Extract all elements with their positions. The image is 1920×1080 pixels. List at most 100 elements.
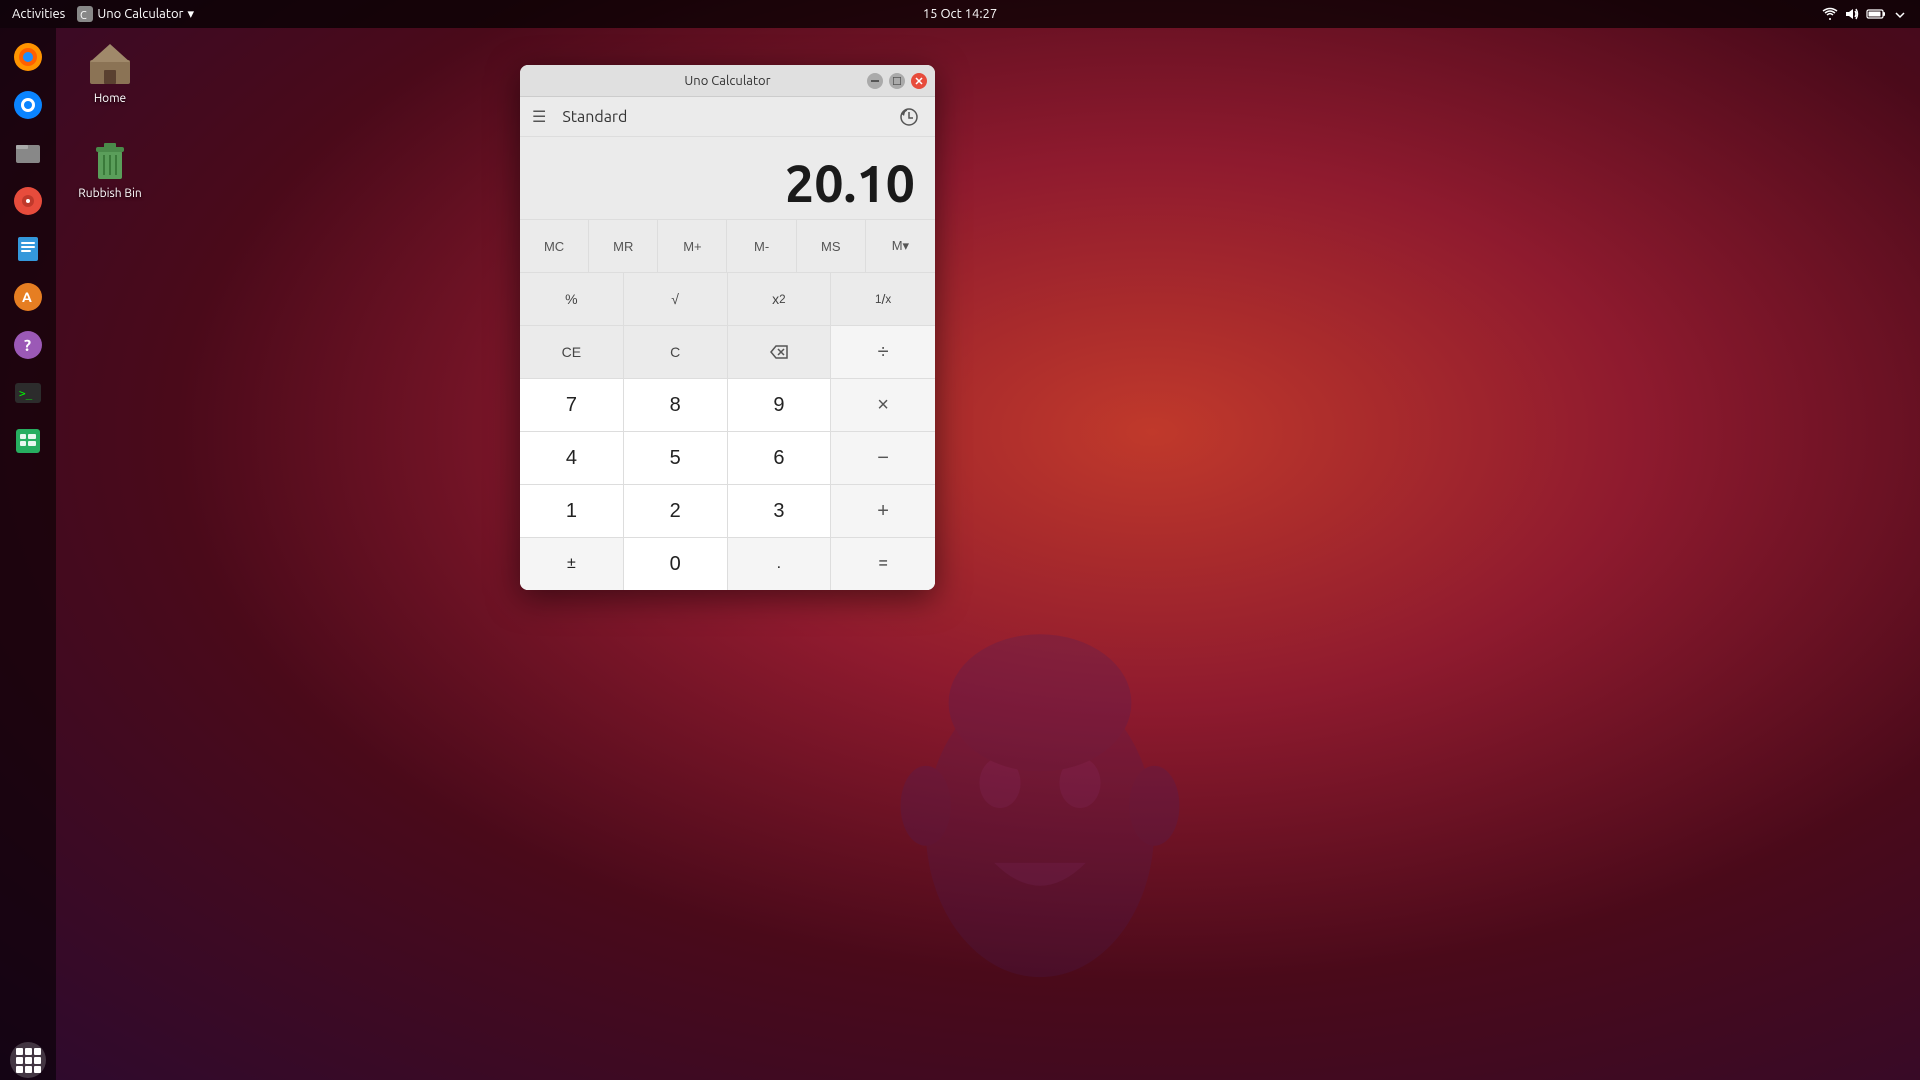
btn-9[interactable]: 9 — [728, 379, 832, 431]
thunderbird-icon — [12, 89, 44, 121]
btn-ce[interactable]: CE — [520, 326, 624, 378]
dock-writer[interactable] — [7, 228, 49, 270]
row-123: 1 2 3 + — [520, 484, 935, 537]
btn-negate[interactable]: ± — [520, 538, 624, 590]
calc-window-title: Uno Calculator — [588, 74, 867, 88]
dock-thunderbird[interactable] — [7, 84, 49, 126]
svg-text:>_: >_ — [19, 387, 33, 400]
calc-toolbar: ☰ Standard — [520, 97, 935, 137]
home-icon-img — [86, 40, 134, 88]
row-456: 4 5 6 − — [520, 431, 935, 484]
terminal-icon: >_ — [12, 377, 44, 409]
btn-6[interactable]: 6 — [728, 432, 832, 484]
svg-text:?: ? — [24, 337, 31, 355]
trash-label: Rubbish Bin — [78, 187, 141, 200]
minimize-icon — [871, 80, 879, 82]
btn-4[interactable]: 4 — [520, 432, 624, 484]
calculator-window: Uno Calculator ☰ Standard — [520, 65, 935, 590]
battery-icon[interactable] — [1866, 6, 1886, 22]
trash-icon — [86, 135, 134, 183]
system-menu-icon[interactable] — [1892, 6, 1908, 22]
calc-display: 20.10 — [520, 137, 935, 219]
btn-backspace[interactable] — [728, 326, 832, 378]
minimize-button[interactable] — [867, 73, 883, 89]
btn-mplus[interactable]: M+ — [658, 220, 727, 272]
dock-appstore[interactable]: A — [7, 276, 49, 318]
app-indicator[interactable]: C Uno Calculator ▾ — [77, 6, 194, 22]
btn-0[interactable]: 0 — [624, 538, 728, 590]
home-icon — [86, 40, 134, 88]
show-applications-button[interactable] — [10, 1042, 46, 1078]
libreoffice-calc-icon — [12, 425, 44, 457]
volume-icon[interactable] — [1844, 6, 1860, 22]
btn-sqrt[interactable]: √ — [624, 273, 728, 325]
row-789: 7 8 9 × — [520, 378, 935, 431]
close-button[interactable] — [911, 73, 927, 89]
rhythmbox-icon — [12, 185, 44, 217]
btn-mhistory[interactable]: M▾ — [866, 220, 935, 272]
btn-decimal[interactable]: . — [728, 538, 832, 590]
btn-subtract[interactable]: − — [831, 432, 935, 484]
btn-multiply[interactable]: × — [831, 379, 935, 431]
btn-mminus[interactable]: M- — [727, 220, 796, 272]
svg-text:C: C — [80, 10, 87, 22]
btn-equals[interactable]: = — [831, 538, 935, 590]
activities-button[interactable]: Activities — [12, 7, 65, 21]
grid-icon — [16, 1048, 41, 1073]
topbar: Activities C Uno Calculator ▾ 15 Oct 14:… — [0, 0, 1920, 28]
btn-add[interactable]: + — [831, 485, 935, 537]
row-clear: CE C ÷ — [520, 325, 935, 378]
app-dropdown-arrow: ▾ — [187, 7, 194, 22]
btn-mc[interactable]: MC — [520, 220, 589, 272]
btn-ms[interactable]: MS — [797, 220, 866, 272]
writer-icon — [12, 233, 44, 265]
topbar-left: Activities C Uno Calculator ▾ — [12, 6, 194, 22]
history-icon — [899, 107, 919, 127]
row-functions: % √ x2 1/x — [520, 272, 935, 325]
history-button[interactable] — [895, 103, 923, 131]
maximize-button[interactable] — [889, 73, 905, 89]
files-icon — [12, 137, 44, 169]
titlebar-controls — [867, 73, 927, 89]
desktop-trash-icon[interactable]: Rubbish Bin — [70, 135, 150, 200]
svg-text:A: A — [22, 289, 32, 305]
dock-help[interactable]: ? — [7, 324, 49, 366]
btn-mr[interactable]: MR — [589, 220, 658, 272]
btn-percent[interactable]: % — [520, 273, 624, 325]
calc-result: 20.10 — [785, 157, 915, 209]
close-icon — [915, 77, 923, 85]
dock-libreoffice-calc[interactable] — [7, 420, 49, 462]
dock-terminal[interactable]: >_ — [7, 372, 49, 414]
calc-buttons: MC MR M+ M- MS M▾ % √ x2 1/x CE C — [520, 219, 935, 590]
btn-2[interactable]: 2 — [624, 485, 728, 537]
btn-square[interactable]: x2 — [728, 273, 832, 325]
btn-7[interactable]: 7 — [520, 379, 624, 431]
btn-8[interactable]: 8 — [624, 379, 728, 431]
calc-titlebar: Uno Calculator — [520, 65, 935, 97]
system-tray — [1822, 6, 1908, 22]
backspace-icon — [769, 344, 789, 360]
firefox-icon — [12, 41, 44, 73]
appstore-icon: A — [12, 281, 44, 313]
btn-c[interactable]: C — [624, 326, 728, 378]
dock-rhythmbox[interactable] — [7, 180, 49, 222]
btn-reciprocal[interactable]: 1/x — [831, 273, 935, 325]
desktop-icons: Home Rubbish Bin — [70, 40, 150, 200]
row-zero: ± 0 . = — [520, 537, 935, 590]
home-label: Home — [94, 92, 126, 105]
dock-firefox[interactable] — [7, 36, 49, 78]
active-app-name: Uno Calculator — [97, 7, 183, 21]
help-icon: ? — [12, 329, 44, 361]
dock: A ? >_ — [0, 28, 56, 1080]
btn-5[interactable]: 5 — [624, 432, 728, 484]
btn-1[interactable]: 1 — [520, 485, 624, 537]
memory-row: MC MR M+ M- MS M▾ — [520, 219, 935, 272]
btn-3[interactable]: 3 — [728, 485, 832, 537]
btn-divide[interactable]: ÷ — [831, 326, 935, 378]
mascot-watermark — [840, 600, 1240, 1000]
menu-button[interactable]: ☰ — [532, 107, 546, 126]
maximize-icon — [893, 77, 901, 85]
network-icon[interactable] — [1822, 6, 1838, 22]
desktop-home-icon[interactable]: Home — [70, 40, 150, 105]
dock-files[interactable] — [7, 132, 49, 174]
